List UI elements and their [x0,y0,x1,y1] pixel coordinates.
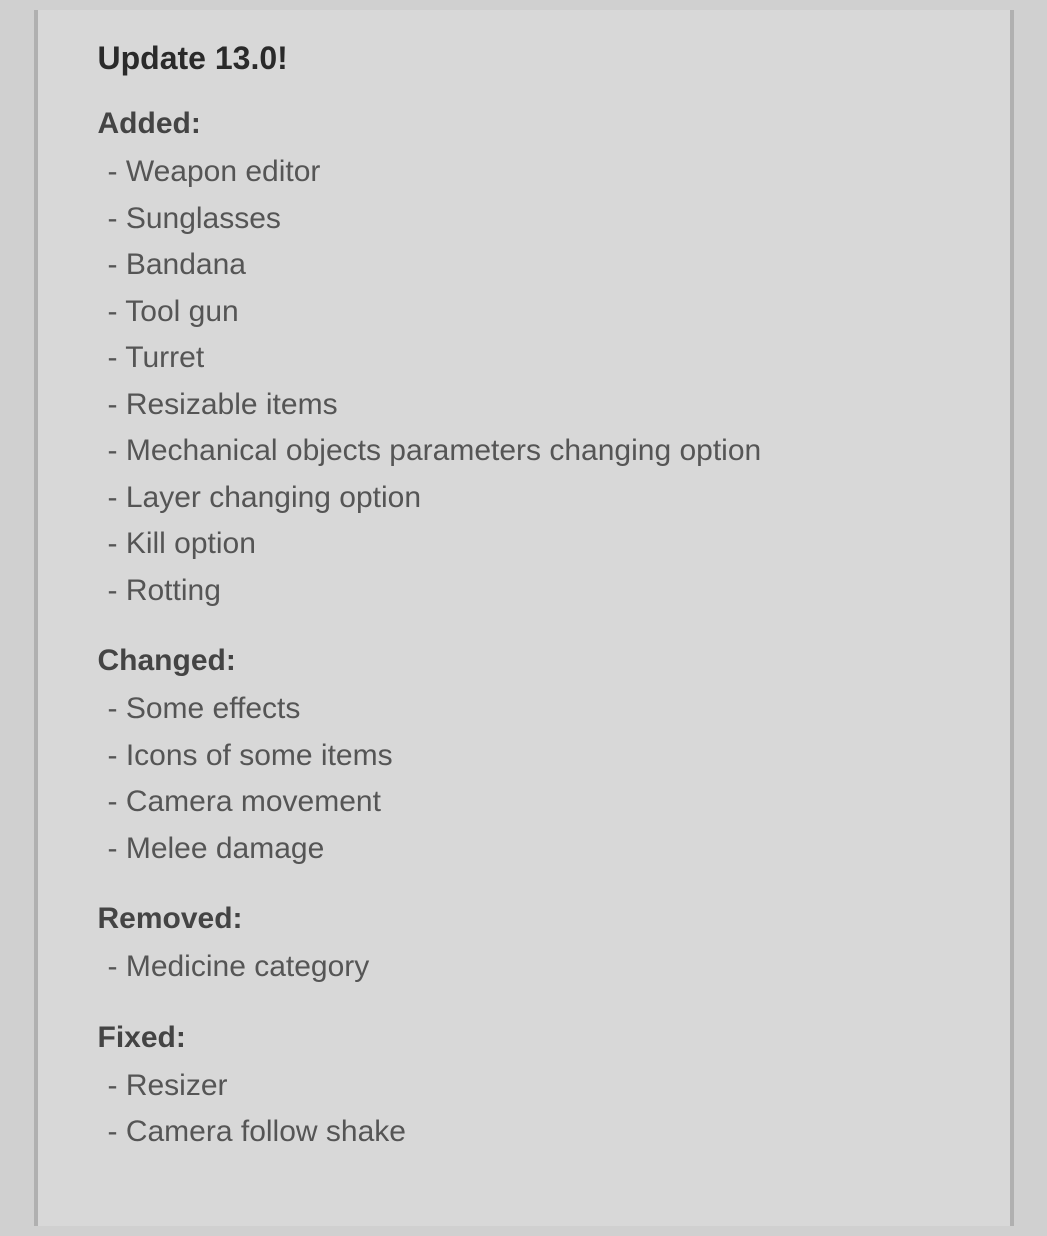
section-added: Added: - Weapon editor- Sunglasses- Banda… [98,107,960,614]
section-fixed: Fixed: - Resizer- Camera follow shake [98,1021,960,1156]
list-item: - Sunglasses [98,196,960,243]
list-item: - Resizable items [98,382,960,429]
list-item: - Kill option [98,521,960,568]
item-list-fixed: - Resizer- Camera follow shake [98,1063,960,1156]
list-item: - Some effects [98,686,960,733]
list-item: - Mechanical objects parameters changing… [98,428,960,475]
section-header-fixed: Fixed: [98,1021,960,1055]
list-item: - Camera movement [98,779,960,826]
list-item: - Camera follow shake [98,1109,960,1156]
item-list-removed: - Medicine category [98,944,960,991]
list-item: - Tool gun [98,289,960,336]
section-header-removed: Removed: [98,902,960,936]
list-item: - Resizer [98,1063,960,1110]
list-item: - Melee damage [98,826,960,873]
section-header-added: Added: [98,107,960,141]
list-item: - Layer changing option [98,475,960,522]
item-list-added: - Weapon editor- Sunglasses- Bandana- To… [98,149,960,614]
list-item: - Rotting [98,568,960,615]
section-changed: Changed: - Some effects- Icons of some it… [98,644,960,872]
list-item: - Weapon editor [98,149,960,196]
list-item: - Medicine category [98,944,960,991]
update-title: Update 13.0! [98,40,960,77]
section-removed: Removed: - Medicine category [98,902,960,991]
section-header-changed: Changed: [98,644,960,678]
sections-container: Added: - Weapon editor- Sunglasses- Banda… [98,107,960,1156]
list-item: - Bandana [98,242,960,289]
content-panel: Update 13.0! Added: - Weapon editor- Sung… [34,10,1014,1226]
list-item: - Icons of some items [98,733,960,780]
list-item: - Turret [98,335,960,382]
item-list-changed: - Some effects- Icons of some items- Cam… [98,686,960,872]
